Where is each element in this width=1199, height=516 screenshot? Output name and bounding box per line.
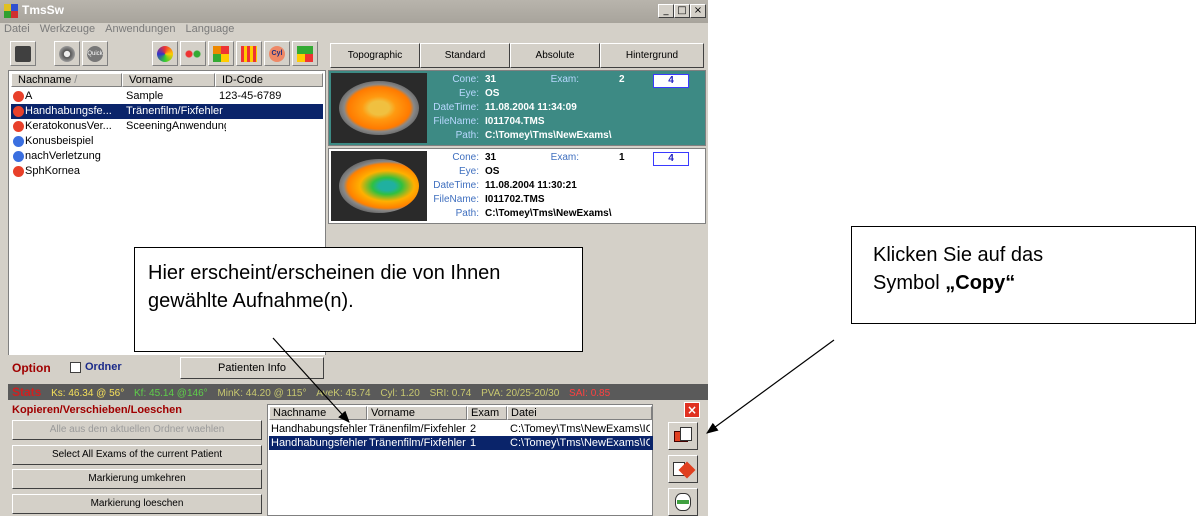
arrow-to-exam-list <box>272 337 350 423</box>
arrow-to-copy-button <box>706 339 835 434</box>
annotation-arrows <box>272 337 835 434</box>
